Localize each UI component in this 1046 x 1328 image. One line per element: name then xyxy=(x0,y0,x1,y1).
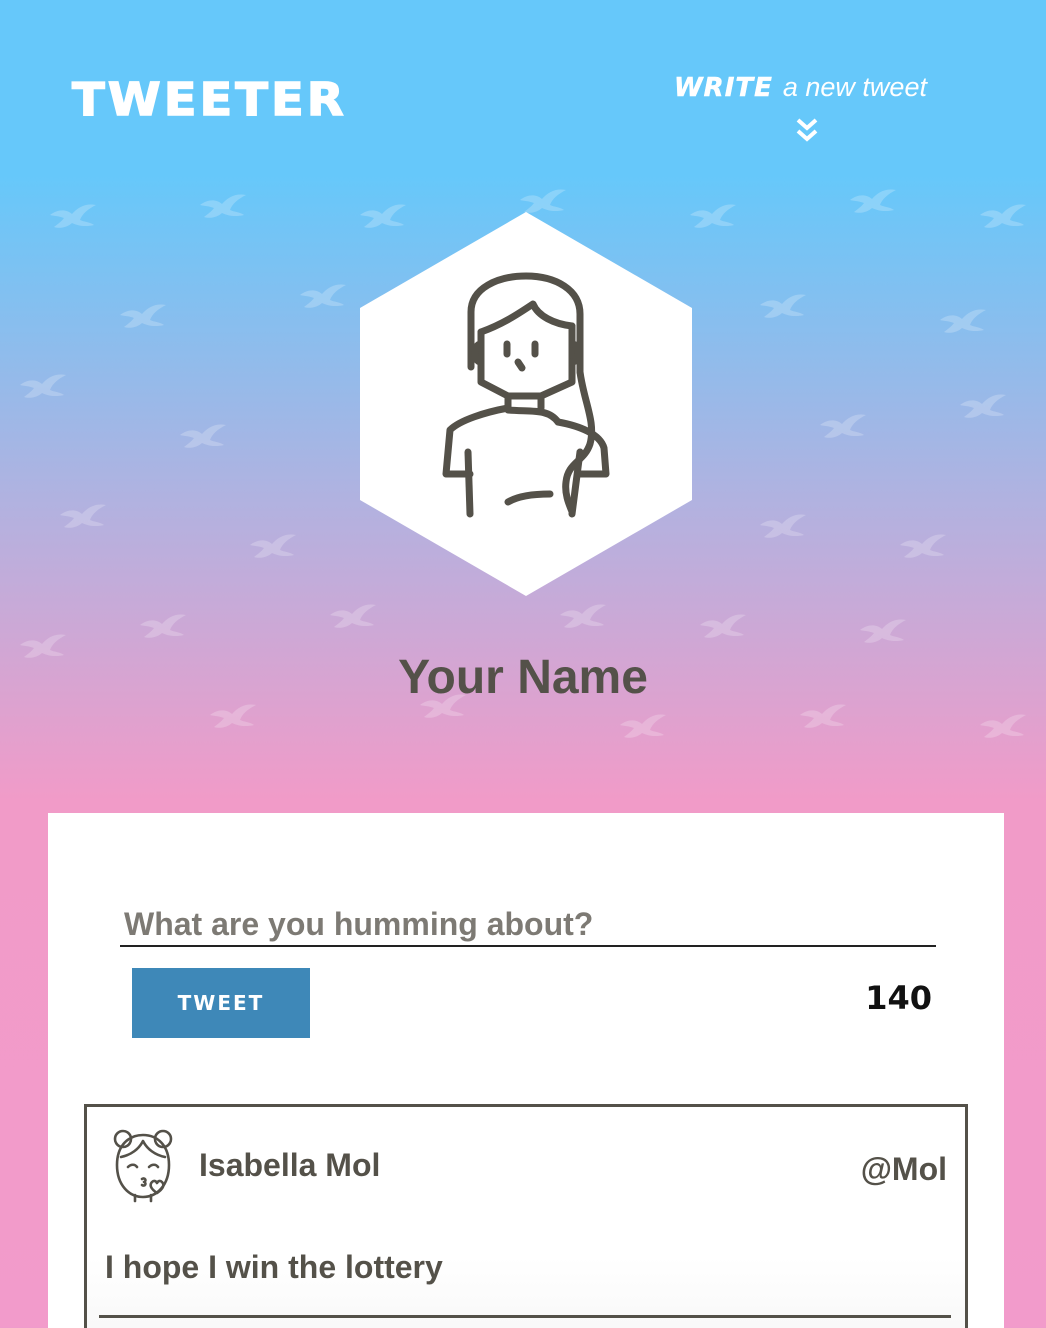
profile-name: Your Name xyxy=(398,651,648,704)
top-nav: TWEETER WRITE a new tweet xyxy=(0,0,1046,175)
compose-tweet-input[interactable] xyxy=(120,903,936,947)
tweet-card: Isabella Mol @Mol I hope I win the lotte… xyxy=(84,1104,968,1328)
main-card: TWEET 140 Isa xyxy=(48,813,1004,1328)
double-chevron-down-icon[interactable] xyxy=(796,118,818,144)
write-tweet-toggle[interactable]: WRITE a new tweet xyxy=(674,72,936,152)
write-subtitle: a new tweet xyxy=(782,72,927,102)
character-counter: 140 xyxy=(865,979,932,1017)
tweet-button[interactable]: TWEET xyxy=(132,968,310,1038)
girl-kiss-avatar-icon xyxy=(113,1129,173,1203)
tweet-divider xyxy=(99,1315,951,1318)
tweet-text: I hope I win the lottery xyxy=(105,1249,443,1285)
tweet-author-handle: @Mol xyxy=(860,1151,947,1187)
tweet-author-name: Isabella Mol xyxy=(199,1147,381,1183)
write-label: WRITE xyxy=(674,73,773,104)
hexagon-frame xyxy=(360,212,692,596)
profile-avatar xyxy=(360,212,692,596)
app-logo[interactable]: TWEETER xyxy=(71,73,347,128)
